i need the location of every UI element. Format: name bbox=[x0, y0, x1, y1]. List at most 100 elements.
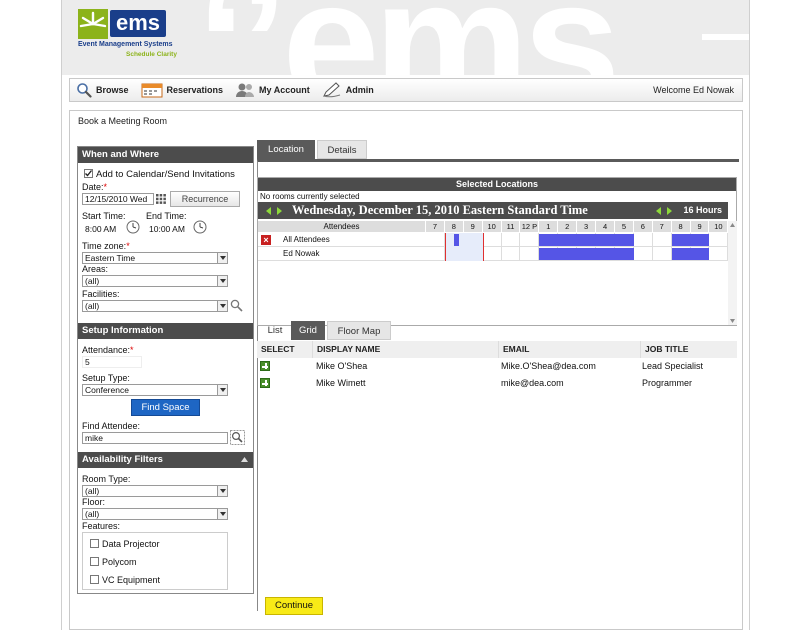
column-header-select[interactable]: SELECT bbox=[257, 341, 313, 358]
schedule-cell[interactable] bbox=[710, 247, 729, 261]
hours-increase-arrow-icon[interactable] bbox=[667, 207, 672, 215]
busy-block bbox=[671, 234, 710, 246]
date-input[interactable]: 12/15/2010 Wed bbox=[82, 193, 154, 205]
attendance-input[interactable]: 5 bbox=[82, 356, 142, 368]
tab-location[interactable]: Location bbox=[257, 140, 315, 159]
nav-my-account[interactable]: My Account bbox=[235, 82, 310, 98]
hour-label: 7 bbox=[653, 221, 672, 232]
schedule-cell[interactable] bbox=[710, 233, 729, 247]
start-time-label: Start Time: bbox=[82, 211, 126, 221]
feature-label-vc-equipment: VC Equipment bbox=[102, 575, 161, 585]
feature-checkbox-polycom[interactable] bbox=[90, 557, 99, 566]
row-email: mike@dea.com bbox=[501, 378, 564, 388]
nav-admin[interactable]: Admin bbox=[322, 82, 374, 98]
schedule-cell[interactable] bbox=[426, 233, 445, 247]
schedule-cell[interactable] bbox=[653, 233, 672, 247]
start-clock-icon[interactable] bbox=[126, 220, 140, 234]
hours-decrease-arrow-icon[interactable] bbox=[656, 207, 661, 215]
nav-reservations[interactable]: Reservations bbox=[141, 82, 223, 98]
timezone-label: Time zone:* bbox=[82, 241, 130, 251]
find-attendee-label: Find Attendee: bbox=[82, 421, 141, 431]
ems-logo[interactable]: ems Event Management Systems Schedule Cl… bbox=[78, 9, 188, 61]
add-to-calendar-checkbox[interactable] bbox=[84, 169, 93, 178]
find-space-button[interactable]: Find Space bbox=[131, 399, 200, 416]
facilities-search-icon[interactable] bbox=[230, 299, 243, 312]
add-attendee-icon[interactable] bbox=[260, 378, 270, 388]
range-boundary-line bbox=[444, 247, 446, 261]
pen-icon bbox=[322, 82, 340, 98]
attendee-schedule: Wednesday, December 15, 2010 Eastern Sta… bbox=[258, 202, 737, 326]
schedule-cell[interactable] bbox=[521, 247, 540, 261]
schedule-cell[interactable] bbox=[426, 247, 445, 261]
tab-floor-map[interactable]: Floor Map bbox=[327, 321, 391, 340]
floor-select[interactable]: (all) bbox=[82, 508, 228, 520]
schedule-cell[interactable] bbox=[634, 247, 653, 261]
availability-filters-header[interactable]: Availability Filters bbox=[78, 452, 253, 468]
find-attendee-input[interactable]: mike bbox=[82, 432, 228, 444]
facilities-select[interactable]: (all) bbox=[82, 300, 228, 312]
row-display-name: Mike Wimett bbox=[316, 378, 366, 388]
no-rooms-message: No rooms currently selected bbox=[260, 192, 360, 201]
banner-watermark: ‘’ems bbox=[197, 0, 620, 75]
scroll-up-icon[interactable] bbox=[730, 223, 735, 227]
features-list: Data Projector Polycom VC Equipment bbox=[82, 532, 228, 590]
floor-value: (all) bbox=[85, 509, 100, 519]
add-attendee-icon[interactable] bbox=[260, 361, 270, 371]
schedule-cell[interactable] bbox=[502, 233, 521, 247]
schedule-scrollbar[interactable] bbox=[728, 221, 737, 325]
row-email: Mike.O'Shea@dea.com bbox=[501, 361, 596, 371]
logo-tagline: Event Management Systems bbox=[78, 41, 173, 48]
tab-details[interactable]: Details bbox=[317, 140, 367, 159]
continue-button[interactable]: Continue bbox=[265, 597, 323, 615]
column-header-display-name[interactable]: DISPLAY NAME bbox=[313, 341, 499, 358]
hour-label: 10 bbox=[710, 221, 729, 232]
header-banner: ‘’ems ems Event Management Systems Sched… bbox=[62, 0, 749, 75]
start-time-input[interactable]: 8:00 AM bbox=[82, 223, 124, 235]
dropdown-arrow-icon bbox=[217, 301, 227, 311]
feature-checkbox-vc-equipment[interactable] bbox=[90, 575, 99, 584]
magnifier-icon bbox=[77, 83, 92, 98]
end-time-input[interactable]: 10:00 AM bbox=[146, 223, 192, 235]
recurrence-button[interactable]: Recurrence bbox=[170, 191, 240, 207]
attendee-name: Ed Nowak bbox=[283, 249, 320, 258]
prev-day-arrow-icon[interactable] bbox=[266, 207, 271, 215]
people-icon bbox=[236, 83, 255, 97]
schedule-cell[interactable] bbox=[502, 247, 521, 261]
hour-label: 1 bbox=[539, 221, 559, 232]
tab-grid[interactable]: Grid bbox=[291, 321, 325, 340]
schedule-cell[interactable] bbox=[483, 233, 502, 247]
features-label: Features: bbox=[82, 521, 121, 531]
attendance-label-text: Attendance: bbox=[82, 345, 131, 355]
facilities-label: Facilities: bbox=[82, 289, 120, 299]
attendee-search-icon[interactable] bbox=[230, 430, 245, 445]
schedule-cell[interactable] bbox=[483, 247, 502, 261]
timezone-select[interactable]: Eastern Time bbox=[82, 252, 228, 264]
calendar-picker-icon[interactable] bbox=[156, 194, 166, 204]
collapse-caret-icon[interactable] bbox=[241, 457, 248, 462]
range-boundary-line bbox=[482, 247, 484, 261]
busy-block bbox=[539, 248, 634, 260]
schedule-date-bar: Wednesday, December 15, 2010 Eastern Sta… bbox=[258, 202, 728, 219]
schedule-cell[interactable] bbox=[521, 233, 540, 247]
setup-type-select[interactable]: Conference bbox=[82, 384, 228, 396]
column-header-email[interactable]: EMAIL bbox=[499, 341, 641, 358]
app-frame: ‘’ems ems Event Management Systems Sched… bbox=[61, 0, 750, 630]
hour-label: 12 P bbox=[521, 221, 540, 232]
required-marker: * bbox=[126, 241, 130, 251]
column-header-job-title[interactable]: JOB TITLE bbox=[641, 341, 737, 358]
location-panel: Location Details Selected Locations No r… bbox=[257, 140, 739, 630]
schedule-cell[interactable] bbox=[634, 233, 653, 247]
next-day-arrow-icon[interactable] bbox=[277, 207, 282, 215]
nav-browse[interactable]: Browse bbox=[76, 82, 129, 98]
dropdown-arrow-icon bbox=[217, 509, 227, 519]
areas-select[interactable]: (all) bbox=[82, 275, 228, 287]
room-type-select[interactable]: (all) bbox=[82, 485, 228, 497]
logo-subtitle: Schedule Clarity bbox=[126, 51, 177, 58]
selected-locations-panel: Selected Locations No rooms currently se… bbox=[257, 177, 737, 326]
feature-checkbox-data-projector[interactable] bbox=[90, 539, 99, 548]
remove-attendee-icon[interactable]: × bbox=[261, 235, 271, 245]
end-clock-icon[interactable] bbox=[193, 220, 207, 234]
schedule-cell[interactable] bbox=[653, 247, 672, 261]
attendance-label: Attendance:* bbox=[82, 345, 134, 355]
tab-list[interactable]: List bbox=[260, 321, 290, 340]
